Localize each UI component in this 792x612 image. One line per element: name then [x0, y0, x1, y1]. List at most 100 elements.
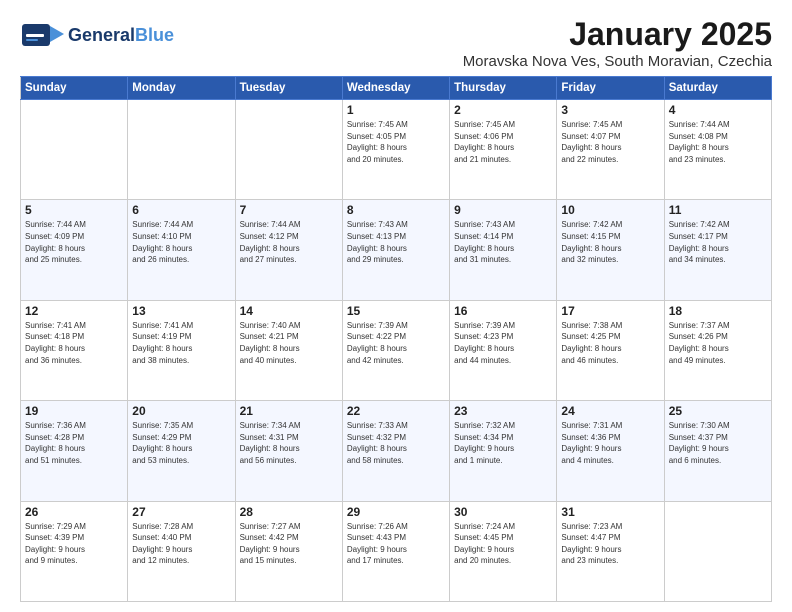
day-header-monday: Monday — [128, 77, 235, 100]
day-info: Sunrise: 7:40 AM Sunset: 4:21 PM Dayligh… — [240, 320, 338, 366]
day-info: Sunrise: 7:43 AM Sunset: 4:13 PM Dayligh… — [347, 219, 445, 265]
calendar-cell — [235, 100, 342, 200]
calendar-cell — [21, 100, 128, 200]
day-header-tuesday: Tuesday — [235, 77, 342, 100]
day-number: 2 — [454, 103, 552, 117]
calendar-cell: 19 Sunrise: 7:36 AM Sunset: 4:28 PM Dayli… — [21, 401, 128, 501]
day-number: 10 — [561, 203, 659, 217]
calendar-cell: 14 Sunrise: 7:40 AM Sunset: 4:21 PM Dayli… — [235, 300, 342, 400]
logo-text-block: GeneralBlue — [68, 26, 174, 46]
calendar-cell: 6 Sunrise: 7:44 AM Sunset: 4:10 PM Daylig… — [128, 200, 235, 300]
day-info: Sunrise: 7:27 AM Sunset: 4:42 PM Dayligh… — [240, 521, 338, 567]
calendar-cell: 7 Sunrise: 7:44 AM Sunset: 4:12 PM Daylig… — [235, 200, 342, 300]
day-number: 20 — [132, 404, 230, 418]
day-number: 5 — [25, 203, 123, 217]
day-number: 30 — [454, 505, 552, 519]
day-number: 3 — [561, 103, 659, 117]
calendar-cell: 15 Sunrise: 7:39 AM Sunset: 4:22 PM Dayli… — [342, 300, 449, 400]
day-info: Sunrise: 7:41 AM Sunset: 4:19 PM Dayligh… — [132, 320, 230, 366]
day-number: 9 — [454, 203, 552, 217]
day-info: Sunrise: 7:45 AM Sunset: 4:05 PM Dayligh… — [347, 119, 445, 165]
day-info: Sunrise: 7:39 AM Sunset: 4:22 PM Dayligh… — [347, 320, 445, 366]
day-info: Sunrise: 7:32 AM Sunset: 4:34 PM Dayligh… — [454, 420, 552, 466]
day-info: Sunrise: 7:23 AM Sunset: 4:47 PM Dayligh… — [561, 521, 659, 567]
calendar-cell: 2 Sunrise: 7:45 AM Sunset: 4:06 PM Daylig… — [450, 100, 557, 200]
logo-icon — [20, 16, 64, 56]
day-info: Sunrise: 7:36 AM Sunset: 4:28 PM Dayligh… — [25, 420, 123, 466]
day-info: Sunrise: 7:38 AM Sunset: 4:25 PM Dayligh… — [561, 320, 659, 366]
calendar-cell: 31 Sunrise: 7:23 AM Sunset: 4:47 PM Dayli… — [557, 501, 664, 601]
day-header-friday: Friday — [557, 77, 664, 100]
page: GeneralBlue January 2025 Moravska Nova V… — [0, 0, 792, 612]
day-number: 26 — [25, 505, 123, 519]
calendar-cell: 22 Sunrise: 7:33 AM Sunset: 4:32 PM Dayli… — [342, 401, 449, 501]
day-number: 13 — [132, 304, 230, 318]
calendar-cell: 24 Sunrise: 7:31 AM Sunset: 4:36 PM Dayli… — [557, 401, 664, 501]
day-info: Sunrise: 7:31 AM Sunset: 4:36 PM Dayligh… — [561, 420, 659, 466]
day-number: 16 — [454, 304, 552, 318]
day-number: 21 — [240, 404, 338, 418]
calendar-cell: 5 Sunrise: 7:44 AM Sunset: 4:09 PM Daylig… — [21, 200, 128, 300]
day-info: Sunrise: 7:44 AM Sunset: 4:08 PM Dayligh… — [669, 119, 767, 165]
day-number: 31 — [561, 505, 659, 519]
calendar-week-3: 12 Sunrise: 7:41 AM Sunset: 4:18 PM Dayli… — [21, 300, 772, 400]
calendar-cell: 28Sunrise: 7:27 AM Sunset: 4:42 PM Dayli… — [235, 501, 342, 601]
day-info: Sunrise: 7:43 AM Sunset: 4:14 PM Dayligh… — [454, 219, 552, 265]
calendar-cell: 21 Sunrise: 7:34 AM Sunset: 4:31 PM Dayli… — [235, 401, 342, 501]
day-number: 18 — [669, 304, 767, 318]
day-info: Sunrise: 7:24 AM Sunset: 4:45 PM Dayligh… — [454, 521, 552, 567]
calendar-cell: 30 Sunrise: 7:24 AM Sunset: 4:45 PM Dayli… — [450, 501, 557, 601]
calendar-cell: 11 Sunrise: 7:42 AM Sunset: 4:17 PM Dayli… — [664, 200, 771, 300]
day-header-thursday: Thursday — [450, 77, 557, 100]
calendar-week-1: 1 Sunrise: 7:45 AM Sunset: 4:05 PM Daylig… — [21, 100, 772, 200]
header: GeneralBlue January 2025 Moravska Nova V… — [20, 16, 772, 70]
calendar-cell: 4 Sunrise: 7:44 AM Sunset: 4:08 PM Daylig… — [664, 100, 771, 200]
day-info: Sunrise: 7:42 AM Sunset: 4:17 PM Dayligh… — [669, 219, 767, 265]
calendar-cell: 3 Sunrise: 7:45 AM Sunset: 4:07 PM Daylig… — [557, 100, 664, 200]
day-number: 15 — [347, 304, 445, 318]
day-info: Sunrise: 7:33 AM Sunset: 4:32 PM Dayligh… — [347, 420, 445, 466]
day-number: 7 — [240, 203, 338, 217]
day-number: 22 — [347, 404, 445, 418]
calendar-cell: 18 Sunrise: 7:37 AM Sunset: 4:26 PM Dayli… — [664, 300, 771, 400]
calendar-cell: 8Sunrise: 7:43 AM Sunset: 4:13 PM Daylig… — [342, 200, 449, 300]
day-info: Sunrise: 7:45 AM Sunset: 4:06 PM Dayligh… — [454, 119, 552, 165]
calendar-cell: 27 Sunrise: 7:28 AM Sunset: 4:40 PM Dayli… — [128, 501, 235, 601]
calendar-cell — [128, 100, 235, 200]
logo-name: GeneralBlue — [68, 26, 174, 46]
day-number: 12 — [25, 304, 123, 318]
day-info: Sunrise: 7:37 AM Sunset: 4:26 PM Dayligh… — [669, 320, 767, 366]
day-number: 1 — [347, 103, 445, 117]
day-number: 24 — [561, 404, 659, 418]
day-number: 4 — [669, 103, 767, 117]
day-number: 19 — [25, 404, 123, 418]
day-info: Sunrise: 7:44 AM Sunset: 4:12 PM Dayligh… — [240, 219, 338, 265]
calendar-cell: 13 Sunrise: 7:41 AM Sunset: 4:19 PM Dayli… — [128, 300, 235, 400]
day-number: 23 — [454, 404, 552, 418]
day-number: 25 — [669, 404, 767, 418]
day-number: 27 — [132, 505, 230, 519]
day-number: 14 — [240, 304, 338, 318]
day-info: Sunrise: 7:42 AM Sunset: 4:15 PM Dayligh… — [561, 219, 659, 265]
day-header-sunday: Sunday — [21, 77, 128, 100]
day-info: Sunrise: 7:44 AM Sunset: 4:09 PM Dayligh… — [25, 219, 123, 265]
month-title: January 2025 — [463, 16, 772, 53]
calendar-cell: 20Sunrise: 7:35 AM Sunset: 4:29 PM Dayli… — [128, 401, 235, 501]
day-info: Sunrise: 7:34 AM Sunset: 4:31 PM Dayligh… — [240, 420, 338, 466]
calendar-cell: 26 Sunrise: 7:29 AM Sunset: 4:39 PM Dayli… — [21, 501, 128, 601]
day-number: 6 — [132, 203, 230, 217]
day-info: Sunrise: 7:29 AM Sunset: 4:39 PM Dayligh… — [25, 521, 123, 567]
day-info: Sunrise: 7:28 AM Sunset: 4:40 PM Dayligh… — [132, 521, 230, 567]
day-info: Sunrise: 7:39 AM Sunset: 4:23 PM Dayligh… — [454, 320, 552, 366]
day-info: Sunrise: 7:41 AM Sunset: 4:18 PM Dayligh… — [25, 320, 123, 366]
calendar-cell: 9 Sunrise: 7:43 AM Sunset: 4:14 PM Daylig… — [450, 200, 557, 300]
day-info: Sunrise: 7:44 AM Sunset: 4:10 PM Dayligh… — [132, 219, 230, 265]
day-header-wednesday: Wednesday — [342, 77, 449, 100]
day-info: Sunrise: 7:45 AM Sunset: 4:07 PM Dayligh… — [561, 119, 659, 165]
logo: GeneralBlue — [20, 16, 174, 56]
day-number: 29 — [347, 505, 445, 519]
title-section: January 2025 Moravska Nova Ves, South Mo… — [463, 16, 772, 70]
calendar-cell: 1 Sunrise: 7:45 AM Sunset: 4:05 PM Daylig… — [342, 100, 449, 200]
calendar-cell — [664, 501, 771, 601]
day-number: 11 — [669, 203, 767, 217]
